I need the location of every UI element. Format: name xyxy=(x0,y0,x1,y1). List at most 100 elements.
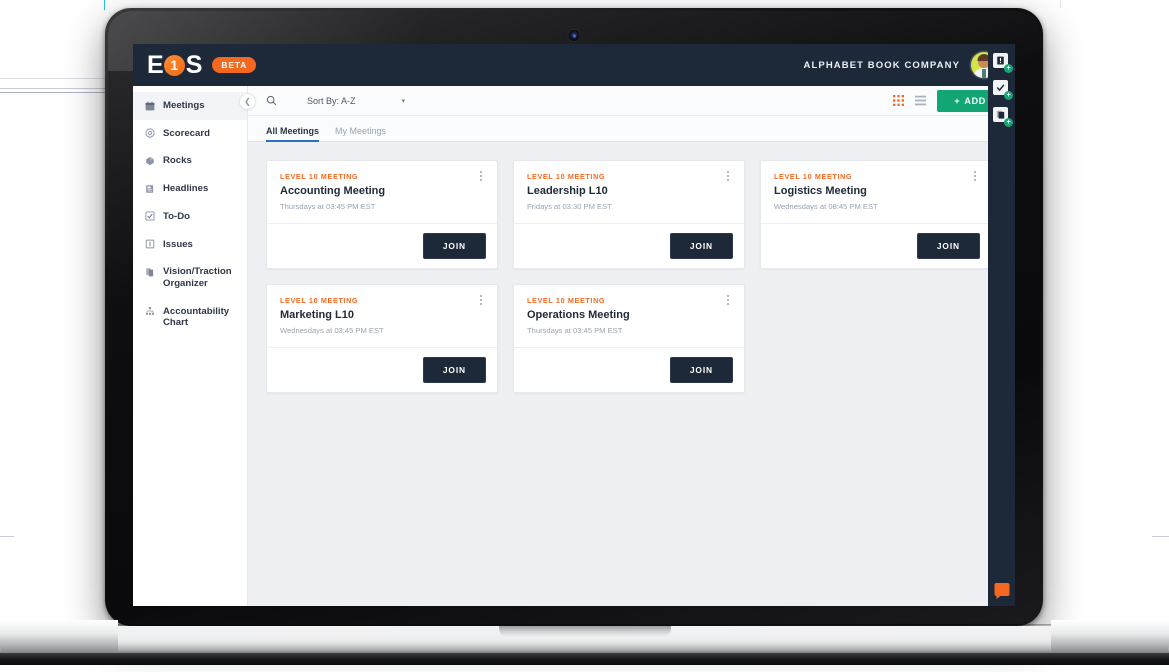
sidebar-item-label: Issues xyxy=(163,238,193,250)
logo-letter-s: S xyxy=(185,50,203,79)
sidebar-item-label: Meetings xyxy=(163,100,205,111)
meetings-grid: LEVEL 10 MEETING Accounting Meeting Thur… xyxy=(266,160,997,393)
app-logo[interactable]: E 1 S BETA xyxy=(147,50,257,79)
chat-bubble-icon[interactable] xyxy=(994,583,1009,599)
app-body: Meetings Scorecard Rocks Headlines To-Do… xyxy=(133,86,1015,606)
tab-my-meetings[interactable]: My Meetings xyxy=(335,126,386,141)
meeting-card-bottom: JOIN xyxy=(514,223,744,268)
tab-label: All Meetings xyxy=(266,126,320,136)
logo-circle-one: 1 xyxy=(163,54,185,76)
org-chart-icon xyxy=(144,306,155,316)
meeting-type-tag: LEVEL 10 MEETING xyxy=(527,296,606,305)
meeting-title: Accounting Meeting xyxy=(280,185,386,197)
add-badge: + xyxy=(1004,118,1013,127)
laptop-base-notch xyxy=(498,626,671,638)
grid-view-icon[interactable] xyxy=(893,95,905,106)
app-header: E 1 S BETA ALPHABET BOOK COMPANY xyxy=(133,44,1015,86)
chevron-left-icon: ❮ xyxy=(244,97,251,106)
sidebar-item-meetings[interactable]: Meetings xyxy=(133,92,247,120)
add-headline-button[interactable]: + xyxy=(993,107,1013,127)
card-menu-icon[interactable] xyxy=(722,295,734,305)
rock-icon xyxy=(144,156,155,166)
laptop-base-right-cap xyxy=(1051,620,1169,654)
join-button[interactable]: JOIN xyxy=(669,357,733,383)
laptop-lid: E 1 S BETA ALPHABET BOOK COMPANY Meeting… xyxy=(105,8,1043,626)
sidebar-collapse-button[interactable]: ❮ xyxy=(239,93,256,110)
sort-by-label: Sort By: A-Z xyxy=(307,95,356,106)
sidebar-item-issues[interactable]: Issues xyxy=(133,231,247,259)
sidebar-item-accountability-chart[interactable]: Accountability Chart xyxy=(133,298,247,337)
beta-badge: BETA xyxy=(212,57,257,73)
sidebar-item-rocks[interactable]: Rocks xyxy=(133,147,247,175)
meeting-card-top: LEVEL 10 MEETING Accounting Meeting Thur… xyxy=(267,161,497,223)
checkbox-icon xyxy=(144,211,155,221)
meeting-card[interactable]: LEVEL 10 MEETING Leadership L10 Fridays … xyxy=(513,160,745,269)
card-menu-icon[interactable] xyxy=(969,171,981,181)
meeting-type-tag: LEVEL 10 MEETING xyxy=(527,172,606,181)
sidebar-item-scorecard[interactable]: Scorecard xyxy=(133,120,247,148)
add-badge: + xyxy=(1004,64,1013,73)
logo-letter-e: E xyxy=(147,50,164,79)
tab-label: My Meetings xyxy=(335,126,387,136)
main-content: ❮ Sort By: A-Z ▾ + ADD All Meetings My M… xyxy=(239,86,1015,606)
sidebar-item-todo[interactable]: To-Do xyxy=(133,203,247,231)
sidebar-item-label: Scorecard xyxy=(163,127,210,139)
add-issue-button[interactable]: + xyxy=(993,53,1013,73)
meeting-schedule: Thursdays at 03:45 PM EST xyxy=(527,326,623,335)
sidebar: Meetings Scorecard Rocks Headlines To-Do… xyxy=(133,86,248,606)
card-menu-icon[interactable] xyxy=(475,171,487,181)
sidebar-item-vto[interactable]: Vision/Traction Organizer xyxy=(133,258,247,297)
add-badge: + xyxy=(1004,91,1013,100)
meeting-schedule: Wednesdays at 08:45 PM EST xyxy=(774,202,878,211)
meeting-type-tag: LEVEL 10 MEETING xyxy=(774,172,853,181)
meeting-card-bottom: JOIN xyxy=(514,347,744,392)
list-icon xyxy=(144,239,155,249)
right-rail: + + + xyxy=(988,44,1015,606)
meeting-card-bottom: JOIN xyxy=(267,223,497,268)
newspaper-icon xyxy=(144,184,155,194)
meeting-card[interactable]: LEVEL 10 MEETING Accounting Meeting Thur… xyxy=(266,160,498,269)
laptop-base-left-cap xyxy=(0,620,118,654)
meeting-title: Operations Meeting xyxy=(527,309,630,321)
join-button[interactable]: JOIN xyxy=(422,233,486,259)
add-button-label: ADD xyxy=(964,95,986,106)
sidebar-item-label: Rocks xyxy=(163,155,192,167)
webcam-icon xyxy=(568,30,580,41)
meeting-schedule: Fridays at 03:30 PM EST xyxy=(527,202,612,211)
toolbar-right-group: + ADD xyxy=(893,89,1003,112)
documents-icon xyxy=(144,267,155,277)
sort-by-dropdown[interactable]: Sort By: A-Z ▾ xyxy=(307,96,405,106)
cards-area: LEVEL 10 MEETING Accounting Meeting Thur… xyxy=(248,142,1015,606)
join-button[interactable]: JOIN xyxy=(669,233,733,259)
search-icon[interactable] xyxy=(266,95,277,106)
sidebar-item-headlines[interactable]: Headlines xyxy=(133,175,247,203)
meeting-type-tag: LEVEL 10 MEETING xyxy=(280,172,359,181)
screen: E 1 S BETA ALPHABET BOOK COMPANY Meeting… xyxy=(133,44,1015,606)
plus-icon: + xyxy=(954,95,961,106)
meeting-card[interactable]: LEVEL 10 MEETING Logistics Meeting Wedne… xyxy=(760,160,992,269)
add-todo-button[interactable]: + xyxy=(993,80,1013,100)
meeting-card-top: LEVEL 10 MEETING Operations Meeting Thur… xyxy=(514,285,744,347)
sidebar-item-label: Vision/Traction Organizer xyxy=(163,266,232,289)
meeting-card[interactable]: LEVEL 10 MEETING Operations Meeting Thur… xyxy=(513,284,745,393)
meeting-title: Logistics Meeting xyxy=(774,185,867,197)
meeting-type-tag: LEVEL 10 MEETING xyxy=(280,296,359,305)
tabs-bar: All Meetings My Meetings xyxy=(248,116,1015,142)
meeting-schedule: Thursdays at 03:45 PM EST xyxy=(280,202,376,211)
tab-all-meetings[interactable]: All Meetings xyxy=(266,126,320,142)
meeting-card[interactable]: LEVEL 10 MEETING Marketing L10 Wednesday… xyxy=(266,284,498,393)
sidebar-item-label: To-Do xyxy=(163,210,190,222)
header-right-group: ALPHABET BOOK COMPANY xyxy=(804,52,1015,78)
webcam-lens xyxy=(572,34,576,37)
card-menu-icon[interactable] xyxy=(475,295,487,305)
target-icon xyxy=(144,128,155,138)
laptop-base-foot xyxy=(0,653,1169,665)
card-menu-icon[interactable] xyxy=(722,171,734,181)
join-button[interactable]: JOIN xyxy=(916,233,980,259)
join-button[interactable]: JOIN xyxy=(422,357,486,383)
list-view-icon[interactable] xyxy=(915,95,927,106)
laptop-mockup: E 1 S BETA ALPHABET BOOK COMPANY Meeting… xyxy=(105,8,1043,626)
meeting-card-bottom: JOIN xyxy=(267,347,497,392)
meeting-title: Leadership L10 xyxy=(527,185,608,197)
meeting-schedule: Wednesdays at 03:45 PM EST xyxy=(280,326,384,335)
